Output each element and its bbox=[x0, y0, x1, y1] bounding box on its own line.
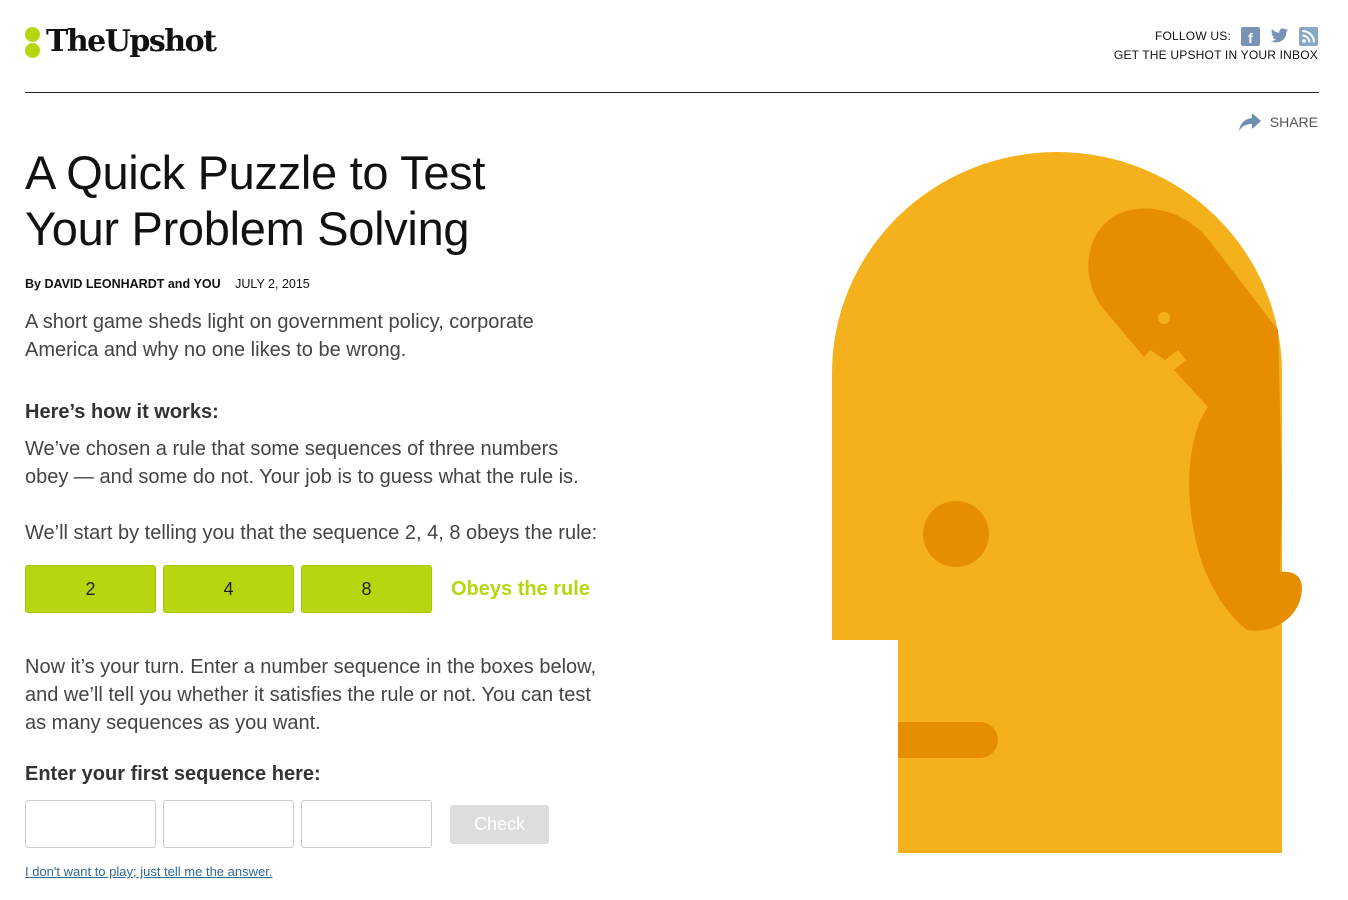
facebook-icon[interactable]: f bbox=[1241, 26, 1260, 46]
follow-block: FOLLOW US: f GET THE UPSHOT IN YOUR INBO… bbox=[1114, 26, 1318, 62]
head-illustration bbox=[832, 152, 1302, 853]
instructions-paragraph: Now it’s your turn. Enter a number seque… bbox=[25, 653, 665, 737]
follow-label: FOLLOW US: bbox=[1154, 29, 1231, 43]
check-button[interactable]: Check bbox=[450, 804, 549, 844]
how-it-works-heading: Here’s how it works: bbox=[25, 401, 219, 423]
instructions-line1: Now it’s your turn. Enter a number seque… bbox=[25, 656, 597, 678]
logo-text: TheUpshot bbox=[46, 24, 217, 59]
head-eye bbox=[923, 501, 989, 567]
share-arrow-icon bbox=[1238, 113, 1261, 131]
twitter-icon[interactable] bbox=[1270, 27, 1289, 46]
rss-icon[interactable] bbox=[1299, 26, 1318, 46]
share-button[interactable]: SHARE bbox=[1238, 112, 1318, 132]
newsletter-link[interactable]: GET THE UPSHOT IN YOUR INBOX bbox=[1114, 48, 1318, 62]
share-label: SHARE bbox=[1269, 114, 1318, 130]
upshot-logo[interactable]: TheUpshot bbox=[25, 22, 217, 62]
head-mouth bbox=[898, 722, 998, 758]
enter-sequence-heading: Enter your first sequence here: bbox=[25, 763, 321, 785]
example-number-3: 8 bbox=[301, 565, 432, 613]
example-intro: We’ll start by telling you that the sequ… bbox=[25, 522, 598, 544]
sequence-input-2[interactable] bbox=[163, 800, 294, 848]
summary-line1: A short game sheds light on government p… bbox=[25, 311, 534, 333]
brain-eye bbox=[1158, 312, 1170, 324]
byline-date: JULY 2, 2015 bbox=[235, 277, 310, 291]
example-number-2: 4 bbox=[163, 565, 294, 613]
rules-paragraph: We’ve chosen a rule that some sequences … bbox=[25, 435, 665, 491]
rules-line2: obey — and some do not. Your job is to g… bbox=[25, 466, 579, 488]
sequence-input-3[interactable] bbox=[301, 800, 432, 848]
header-divider bbox=[25, 92, 1319, 93]
instructions-line3: as many sequences as you want. bbox=[25, 712, 321, 734]
example-number-1: 2 bbox=[25, 565, 156, 613]
article: A Quick Puzzle to Test Your Problem Solv… bbox=[25, 145, 665, 881]
example-sequence: 2 4 8 Obeys the rule bbox=[25, 565, 665, 613]
instructions-line2: and we’ll tell you whether it satisfies … bbox=[25, 684, 591, 706]
byline: By DAVID LEONHARDT and YOU JULY 2, 2015 bbox=[25, 277, 665, 293]
byline-coauthor: YOU bbox=[193, 277, 221, 291]
summary: A short game sheds light on government p… bbox=[25, 308, 665, 364]
summary-line2: America and why no one likes to be wrong… bbox=[25, 339, 407, 361]
byline-author: DAVID LEONHARDT bbox=[44, 277, 165, 291]
sequence-input-1[interactable] bbox=[25, 800, 156, 848]
example-result: Obeys the rule bbox=[451, 577, 590, 600]
headline-line1: A Quick Puzzle to Test bbox=[25, 146, 486, 199]
byline-by: By bbox=[25, 277, 41, 291]
sequence-input-row: Check bbox=[25, 800, 665, 848]
rules-line1: We’ve chosen a rule that some sequences … bbox=[25, 438, 559, 460]
byline-and: and bbox=[167, 277, 191, 291]
headline-line2: Your Problem Solving bbox=[25, 202, 470, 255]
show-answer-link[interactable]: I don't want to play; just tell me the a… bbox=[25, 864, 272, 879]
logo-dots-icon bbox=[25, 25, 41, 59]
headline: A Quick Puzzle to Test Your Problem Solv… bbox=[25, 145, 665, 257]
